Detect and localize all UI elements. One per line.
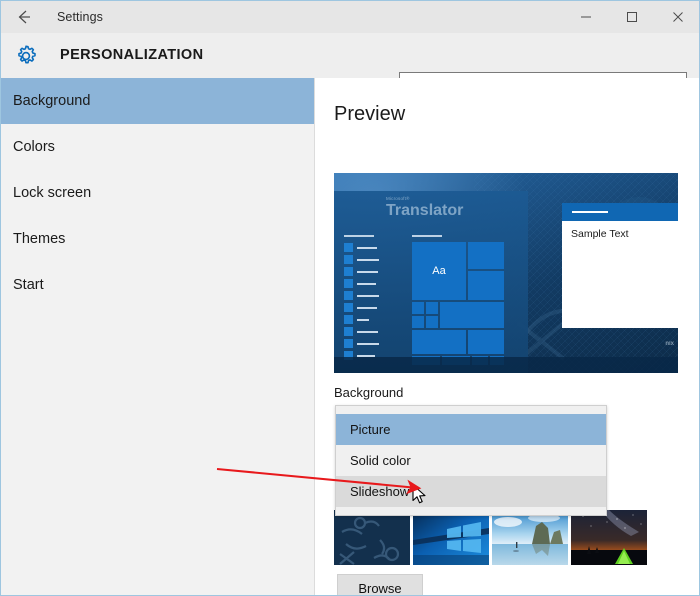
preview-image: Microsoft® Translator Aa Sample Text nix: [334, 173, 678, 373]
start-tile-square: [344, 327, 353, 336]
close-icon: [673, 12, 683, 22]
start-menu-list-item: [344, 279, 380, 288]
sidebar-item-themes[interactable]: Themes: [1, 216, 314, 262]
browse-button[interactable]: Browse: [337, 574, 423, 595]
start-tile: [468, 271, 504, 300]
close-button[interactable]: [655, 1, 699, 33]
thumbnail-doodle-wallpaper[interactable]: [334, 510, 410, 565]
sidebar-item-start[interactable]: Start: [1, 262, 314, 308]
wallpaper-thumbnails: [334, 510, 647, 565]
maximize-button[interactable]: [609, 1, 655, 33]
sidebar: Background Colors Lock screen Themes Sta…: [1, 78, 315, 595]
start-tile-square: [344, 291, 353, 300]
sidebar-item-label: Background: [13, 93, 91, 109]
back-arrow-icon: [18, 10, 30, 24]
start-tile: [468, 242, 504, 269]
start-tile-square: [344, 315, 353, 324]
start-tile-square: [344, 339, 353, 348]
maximize-icon: [627, 12, 637, 22]
dropdown-option-picture[interactable]: Picture: [336, 414, 606, 445]
background-section-label: Background: [334, 385, 404, 400]
preview-heading: Preview: [334, 103, 406, 125]
sidebar-item-background[interactable]: Background: [1, 78, 314, 124]
dropdown-option-solid-color[interactable]: Solid color: [336, 445, 606, 476]
background-dropdown[interactable]: Picture Solid color Slideshow: [335, 405, 607, 516]
start-tile: [426, 302, 438, 314]
page-header: PERSONALIZATION: [1, 33, 699, 102]
thumbnail-milky-way-tent-wallpaper[interactable]: [571, 510, 647, 565]
start-menu-list-item: [344, 303, 380, 312]
minimize-button[interactable]: [563, 1, 609, 33]
start-tiles-divider: [412, 235, 442, 237]
start-menu-list-item: [344, 291, 380, 300]
start-tile: [468, 330, 504, 354]
start-tile-aa-label: Aa: [432, 265, 446, 277]
start-tile: [412, 302, 424, 314]
page-title: PERSONALIZATION: [60, 47, 204, 63]
start-tile-square: [344, 243, 353, 252]
start-tile: [412, 330, 466, 354]
dropdown-option-slideshow[interactable]: Slideshow: [336, 476, 606, 507]
translator-superscript: Microsoft®: [386, 196, 410, 201]
back-button[interactable]: [1, 1, 47, 33]
start-menu-divider: [344, 235, 374, 237]
sidebar-item-label: Colors: [13, 139, 55, 155]
dropdown-option-label: Solid color: [350, 453, 411, 468]
start-tile-square: [344, 279, 353, 288]
dropdown-option-label: Slideshow: [350, 484, 410, 499]
start-tile-aa: Aa: [412, 242, 466, 300]
minimize-icon: [581, 16, 591, 18]
taskbar-strip: [334, 357, 678, 373]
dropdown-option-label: Picture: [350, 422, 391, 437]
start-tile-square: [344, 255, 353, 264]
settings-window: Settings PERSONALIZATION Find a setting …: [0, 0, 700, 596]
content-pane: Preview Microsoft® Translator Aa Sample …: [316, 78, 699, 595]
sample-window-titlebar: [562, 203, 678, 221]
start-menu-list-item: [344, 315, 380, 324]
start-tile-square: [344, 267, 353, 276]
sidebar-item-label: Start: [13, 277, 44, 293]
start-menu-list-item: [344, 255, 380, 264]
start-tile: [412, 316, 424, 328]
start-menu-list-item: [344, 339, 380, 348]
sidebar-item-lock-screen[interactable]: Lock screen: [1, 170, 314, 216]
sample-window-text: Sample Text: [571, 228, 629, 240]
start-menu-list: [344, 235, 380, 363]
start-menu-list-item: [344, 243, 380, 252]
sidebar-item-label: Themes: [13, 231, 66, 247]
dropdown-bottom-spacer: [336, 507, 606, 515]
start-menu-tiles: Aa: [412, 235, 504, 370]
window-controls: [563, 1, 699, 33]
sidebar-item-label: Lock screen: [13, 185, 92, 201]
start-tile-square: [344, 303, 353, 312]
sample-window: Sample Text: [562, 203, 678, 328]
thumbnail-beach-rock-wallpaper[interactable]: [492, 510, 568, 565]
dropdown-top-spacer: [336, 406, 606, 414]
gear-icon: [11, 41, 41, 71]
thumbnail-windows-hero-wallpaper[interactable]: [413, 510, 489, 565]
wallpaper-watermark: nix: [665, 341, 674, 347]
translator-branding: Microsoft® Translator: [386, 196, 464, 219]
sidebar-item-colors[interactable]: Colors: [1, 124, 314, 170]
window-title: Settings: [57, 10, 103, 24]
start-menu-list-item: [344, 327, 380, 336]
start-tile: [440, 302, 504, 328]
translator-title: Translator: [386, 201, 464, 219]
start-menu-list-item: [344, 267, 380, 276]
title-bar: Settings: [1, 1, 699, 33]
start-tile: [426, 316, 438, 328]
